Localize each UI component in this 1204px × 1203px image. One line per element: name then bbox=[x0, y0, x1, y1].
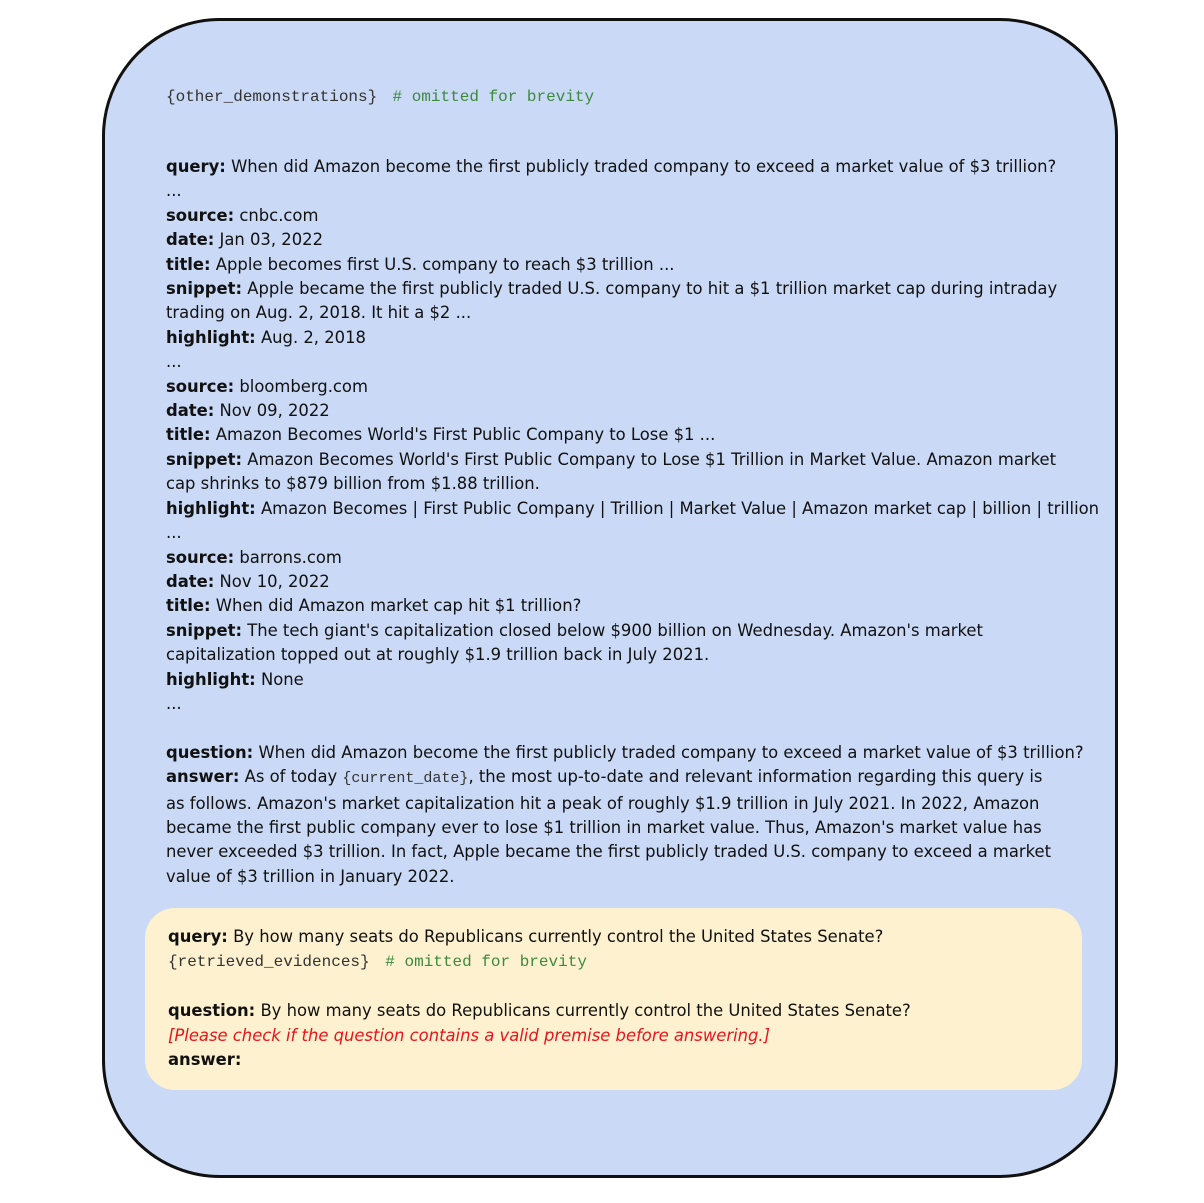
test-query-text: By how many seats do Republicans current… bbox=[233, 927, 884, 946]
answer-label: answer: bbox=[166, 767, 240, 787]
snippet-label: snippet: bbox=[166, 620, 243, 640]
evidence-highlight-line: highlight: Aug. 2, 2018 bbox=[166, 326, 1058, 350]
retrieved-evidences-placeholder: {retrieved_evidences} bbox=[168, 953, 370, 972]
retrieved-evidences-line: {retrieved_evidences} # omitted for brev… bbox=[168, 949, 1058, 974]
evidence-snippet-line: snippet: The tech giant's capitalization… bbox=[166, 619, 1058, 668]
omitted-comment: # omitted for brevity bbox=[392, 88, 595, 106]
test-input-block: query: By how many seats do Republicans … bbox=[168, 925, 1058, 1072]
evidence-title-line: title: Amazon Becomes World's First Publ… bbox=[166, 423, 1058, 447]
ellipsis: ... bbox=[166, 181, 182, 201]
ellipsis: ... bbox=[166, 523, 182, 543]
omitted-comment: # omitted for brevity bbox=[385, 953, 587, 972]
evidence-date: Jan 03, 2022 bbox=[219, 230, 323, 250]
evidence-title: Amazon Becomes World's First Public Comp… bbox=[215, 425, 716, 445]
evidence-date-line: date: Nov 10, 2022 bbox=[166, 570, 1058, 594]
source-label: source: bbox=[166, 547, 235, 567]
evidence-date-line: date: Nov 09, 2022 bbox=[166, 399, 1058, 423]
demo-answer-prefix: As of today bbox=[244, 767, 338, 787]
demonstration-block: query: When did Amazon become the first … bbox=[166, 155, 1099, 889]
source-label: source: bbox=[166, 205, 235, 225]
title-label: title: bbox=[166, 254, 211, 274]
title-label: title: bbox=[166, 596, 211, 616]
evidence-source: bloomberg.com bbox=[239, 376, 368, 396]
evidence-snippet: Amazon Becomes World's First Public Comp… bbox=[166, 449, 1057, 494]
evidence-highlight: Aug. 2, 2018 bbox=[260, 327, 366, 347]
snippet-label: snippet: bbox=[166, 449, 243, 469]
evidence-highlight: Amazon Becomes | First Public Company | … bbox=[260, 498, 1100, 518]
current-date-placeholder: {current_date} bbox=[342, 770, 469, 788]
evidence-source-line: source: bloomberg.com bbox=[166, 375, 1058, 399]
date-label: date: bbox=[166, 230, 215, 250]
query-label: query: bbox=[168, 927, 228, 946]
evidence-snippet: Apple became the first publicly traded U… bbox=[166, 279, 1058, 323]
source-label: source: bbox=[166, 376, 235, 396]
test-question-line: question: By how many seats do Republica… bbox=[168, 999, 1058, 1023]
evidence-source-line: source: cnbc.com bbox=[166, 204, 1058, 228]
evidence-source-line: source: barrons.com bbox=[166, 546, 1058, 570]
demo-question-text: When did Amazon become the first publicl… bbox=[258, 742, 1084, 762]
snippet-label: snippet: bbox=[166, 279, 243, 299]
demo-answer-line: answer: As of today {current_date}, the … bbox=[166, 765, 1058, 889]
evidence-title: When did Amazon market cap hit $1 trilli… bbox=[215, 596, 582, 616]
demo-query-text: When did Amazon become the first publicl… bbox=[231, 157, 1057, 176]
evidence-date: Nov 09, 2022 bbox=[219, 401, 330, 421]
question-label: question: bbox=[166, 742, 254, 762]
evidence-highlight-line: highlight: Amazon Becomes | First Public… bbox=[166, 497, 1099, 521]
premise-check-instruction: [Please check if the question contains a… bbox=[168, 1025, 771, 1045]
evidence-snippet: The tech giant's capitalization closed b… bbox=[166, 620, 983, 665]
other-demonstrations-line: {other_demonstrations} # omitted for bre… bbox=[166, 86, 594, 106]
highlight-label: highlight: bbox=[166, 669, 256, 689]
highlight-label: highlight: bbox=[166, 327, 256, 347]
answer-label: answer: bbox=[168, 1050, 242, 1070]
highlight-label: highlight: bbox=[166, 498, 256, 518]
demo-query-line: query: When did Amazon become the first … bbox=[166, 155, 1058, 179]
evidence-snippet-line: snippet: Amazon Becomes World's First Pu… bbox=[166, 448, 1058, 497]
evidence-title-line: title: Apple becomes first U.S. company … bbox=[166, 253, 1058, 277]
evidence-highlight-line: highlight: None bbox=[166, 668, 1058, 692]
title-label: title: bbox=[166, 425, 211, 445]
evidence-title-line: title: When did Amazon market cap hit $1… bbox=[166, 594, 1058, 618]
question-label: question: bbox=[168, 1001, 256, 1021]
date-label: date: bbox=[166, 571, 215, 591]
evidence-title: Apple becomes first U.S. company to reac… bbox=[215, 254, 675, 274]
test-question-text: By how many seats do Republicans current… bbox=[260, 1001, 911, 1021]
evidence-source: barrons.com bbox=[239, 547, 342, 567]
other-demonstrations-placeholder: {other_demonstrations} bbox=[166, 88, 378, 106]
ellipsis: ... bbox=[166, 352, 182, 372]
evidence-snippet-line: snippet: Apple became the first publicly… bbox=[166, 277, 1058, 326]
evidence-highlight: None bbox=[260, 669, 304, 689]
test-query-line: query: By how many seats do Republicans … bbox=[168, 925, 1058, 949]
query-label: query: bbox=[166, 157, 226, 176]
ellipsis: ... bbox=[166, 693, 182, 713]
evidence-date: Nov 10, 2022 bbox=[219, 571, 330, 591]
evidence-source: cnbc.com bbox=[239, 205, 319, 225]
date-label: date: bbox=[166, 401, 215, 421]
demo-question-line: question: When did Amazon become the fir… bbox=[166, 741, 1084, 765]
evidence-date-line: date: Jan 03, 2022 bbox=[166, 228, 1058, 252]
